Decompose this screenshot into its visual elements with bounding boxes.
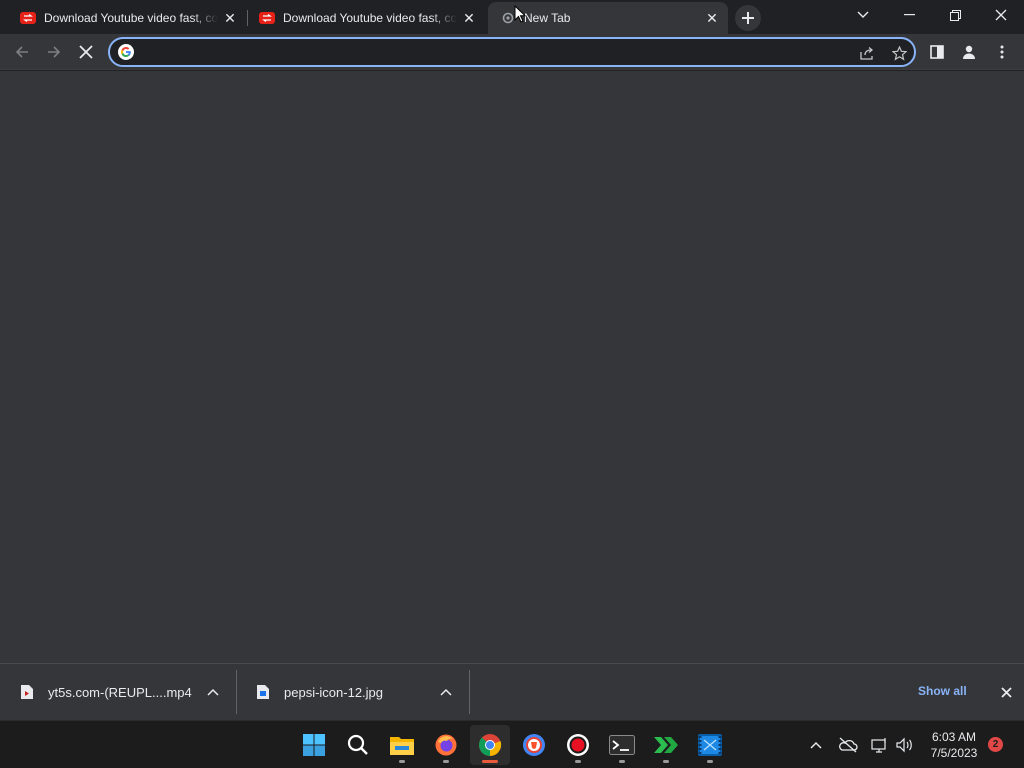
restore-button[interactable] [932,0,978,30]
video-file-icon [20,684,34,700]
page-content [0,71,1024,663]
close-tab-icon[interactable]: ✕ [461,10,477,26]
profile-avatar-icon[interactable] [955,38,983,66]
running-indicator [707,760,713,763]
tab-search-chevron-icon[interactable] [840,0,886,30]
toolbar [0,34,1024,70]
running-indicator [482,760,498,763]
running-indicator [575,760,581,763]
brave-icon[interactable] [514,725,554,765]
file-explorer-icon[interactable] [382,725,422,765]
show-hidden-icons-chevron-icon[interactable] [804,733,828,757]
image-file-icon [256,684,270,700]
download-item[interactable]: yt5s.com-(REUPL....mp4 [0,670,236,714]
onedrive-offline-icon[interactable] [836,733,860,757]
search-icon[interactable] [338,725,378,765]
windows-start-icon[interactable] [294,725,334,765]
tab-yt5s-1[interactable]: Download Youtube video fast, co ✕ [8,2,246,34]
running-indicator [399,760,405,763]
yt5s-icon [259,10,275,26]
download-filename: yt5s.com-(REUPL....mp4 [48,684,192,700]
tab-strip: Download Youtube video fast, co ✕ Downlo… [0,0,1024,34]
download-filename: pepsi-icon-12.jpg [284,684,384,700]
show-all-link[interactable]: Show all [918,684,967,698]
tab-title: Download Youtube video fast, co [283,11,457,25]
tab-yt5s-2[interactable]: Download Youtube video fast, co ✕ [247,2,485,34]
forward-button[interactable] [40,38,68,66]
more-menu-icon[interactable] [988,38,1016,66]
firefox-icon[interactable] [426,725,466,765]
chevron-up-icon[interactable] [205,684,221,700]
minimize-button[interactable] [886,0,932,30]
green-arrows-app-icon[interactable] [646,725,686,765]
clock-time: 6:03 AM [931,730,977,744]
close-tab-icon[interactable]: ✕ [222,10,238,26]
mouse-cursor-icon [514,4,527,28]
screen: Download Youtube video fast, co ✕ Downlo… [0,0,1024,768]
download-item[interactable]: pepsi-icon-12.jpg [236,670,469,714]
google-icon [118,44,134,60]
chevron-up-icon[interactable] [438,684,454,700]
running-indicator [663,760,669,763]
side-panel-icon[interactable] [923,38,951,66]
close-download-bar-icon[interactable] [996,682,1016,702]
address-input[interactable] [144,43,844,61]
volume-icon[interactable] [892,733,916,757]
tab-title: Download Youtube video fast, co [44,11,218,25]
share-icon[interactable] [856,42,878,64]
screen-recorder-icon[interactable] [558,725,598,765]
new-tab-button[interactable] [735,5,761,31]
download-bar: yt5s.com-(REUPL....mp4 pepsi-icon-12.jpg… [0,663,1024,720]
clock[interactable]: 6:03 AM 7/5/2023 [918,729,990,761]
tab-title: New Tab [524,11,571,25]
video-editor-icon[interactable] [690,725,730,765]
close-tab-icon[interactable]: ✕ [704,10,720,26]
notification-badge[interactable]: 2 [988,737,1003,752]
chrome-icon[interactable] [470,725,510,765]
close-window-button[interactable] [978,0,1024,30]
bookmark-star-icon[interactable] [888,42,910,64]
yt5s-icon [20,10,36,26]
download-divider [469,670,470,714]
running-indicator [443,760,449,763]
stop-loading-button[interactable] [72,38,100,66]
clock-date: 7/5/2023 [930,746,978,760]
taskbar: 6:03 AM 7/5/2023 2 [0,720,1024,768]
terminal-icon[interactable] [602,725,642,765]
back-button[interactable] [8,38,36,66]
running-indicator [619,760,625,763]
network-icon[interactable] [868,733,892,757]
address-bar[interactable] [108,37,916,67]
